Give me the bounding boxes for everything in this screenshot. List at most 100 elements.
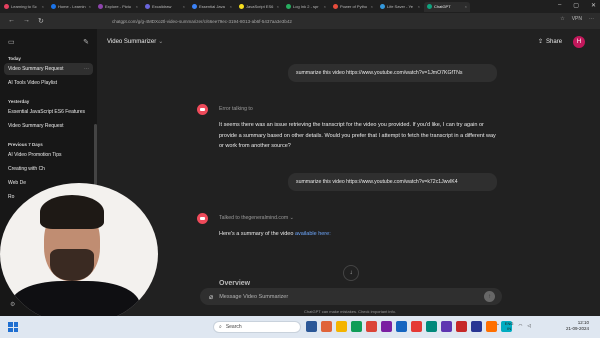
app-icon[interactable] [411, 321, 422, 332]
close-tab-icon[interactable]: × [230, 4, 232, 9]
avatar[interactable]: H [573, 36, 585, 48]
file-explorer-icon[interactable] [336, 321, 347, 332]
chevron-down-icon: ⌄ [289, 215, 295, 221]
gpt-title-menu[interactable]: Video Summarizer ⌄ [107, 38, 163, 46]
sidebar-item-label: Video Summary Request [8, 66, 64, 72]
sidebar-item[interactable]: AI Video Promotion Tips [0, 149, 97, 161]
app-icon[interactable] [426, 321, 437, 332]
close-tab-icon[interactable]: × [418, 4, 420, 9]
star-icon[interactable]: ☆ [560, 16, 564, 22]
sidebar-item[interactable]: Essential JavaScript ES6 Features [0, 106, 97, 118]
browser-tab[interactable]: Power of Pytho × [330, 2, 376, 12]
message-composer: ⌀ ↑ [200, 288, 502, 305]
assistant-message: Here's a summary of the video available … [219, 229, 501, 240]
taskview-icon[interactable] [306, 321, 317, 332]
assistant-tool-meta[interactable]: Talked to thegeneralmind.com ⌄ [219, 215, 294, 221]
chrome-icon[interactable] [366, 321, 377, 332]
webcam-overlay [0, 183, 158, 325]
maximize-icon[interactable]: ▢ [573, 2, 579, 9]
tab-label: Home - Learnin [58, 4, 86, 9]
scroll-down-button[interactable]: ↓ [343, 265, 359, 281]
volume-icon[interactable]: ◁ [527, 323, 530, 329]
taskbar-apps [306, 321, 512, 332]
reload-icon[interactable]: ↻ [38, 17, 44, 25]
browser-tab[interactable]: Essential Java × [189, 2, 235, 12]
browser-tab[interactable]: Learning to Sc × [1, 2, 47, 12]
forward-icon[interactable]: → [23, 17, 30, 25]
app-icon[interactable] [456, 321, 467, 332]
send-button[interactable]: ↑ [484, 291, 495, 302]
url-field[interactable]: chatgpt.com/g/g-4MDXo2tl-video-summarize… [112, 16, 532, 26]
browser-tab[interactable]: Life Saver - Ye × [377, 2, 423, 12]
browser-tab[interactable]: JavaScript ES6 × [236, 2, 282, 12]
browser-tab[interactable]: Home - Learnin × [48, 2, 94, 12]
assistant-avatar-icon [197, 213, 208, 224]
chevron-up-icon[interactable]: ⌃ [496, 323, 500, 329]
app-icon[interactable] [471, 321, 482, 332]
favicon-icon [427, 4, 432, 9]
close-tab-icon[interactable]: × [42, 4, 44, 9]
new-chat-icon[interactable]: ✎ [83, 38, 89, 46]
tab-label: Essential Java [199, 4, 225, 9]
clock[interactable]: 12:10 21-09-2024 [566, 320, 589, 332]
app-icon[interactable] [381, 321, 392, 332]
start-button[interactable] [8, 322, 18, 332]
vpn-badge[interactable]: VPN [572, 16, 582, 22]
close-tab-icon[interactable]: × [277, 4, 279, 9]
close-tab-icon[interactable]: × [465, 4, 467, 9]
window-controls: – ▢ ✕ [558, 2, 596, 9]
tab-label: Log Ink 2 - spr [293, 4, 319, 9]
person-beard [50, 249, 94, 281]
close-tab-icon[interactable]: × [136, 4, 138, 9]
message-input[interactable] [219, 293, 470, 300]
system-tray: ⌃ ENG IN ◠ ◁ [496, 321, 531, 331]
app-icon[interactable] [441, 321, 452, 332]
wifi-icon[interactable]: ◠ [518, 323, 522, 329]
browser-tab[interactable]: ChatGPT × [424, 1, 470, 12]
close-tab-icon[interactable]: × [371, 4, 373, 9]
attach-icon[interactable]: ⌀ [209, 293, 213, 301]
vscode-icon[interactable] [396, 321, 407, 332]
windows-taskbar: ⌕ Search ⌃ ENG IN ◠ ◁ 12:10 21-09-2024 [0, 316, 600, 338]
browser-tab[interactable]: Log Ink 2 - spr × [283, 2, 329, 12]
tab-label: Life Saver - Ye [387, 4, 414, 9]
favicon-icon [380, 4, 385, 9]
store-icon[interactable] [351, 321, 362, 332]
browser-tab-strip: Learning to Sc × Home - Learnin × Explore - … [0, 0, 600, 13]
share-button[interactable]: ⇪ Share [538, 38, 563, 46]
share-label: Share [546, 38, 563, 45]
share-icon: ⇪ [538, 39, 544, 45]
sidebar-item-label: AI Video Promotion Tips [8, 152, 62, 158]
close-window-icon[interactable]: ✕ [591, 2, 596, 9]
sidebar-item[interactable]: Creating with Ch [0, 163, 97, 175]
brave-icon[interactable] [321, 321, 332, 332]
tool-meta-label: Talked to thegeneralmind.com [219, 215, 289, 221]
sidebar-toggle-icon[interactable]: ▭ [8, 38, 15, 46]
favicon-icon [98, 4, 103, 9]
back-icon[interactable]: ← [8, 17, 15, 25]
sidebar-item-label: AI Tools Video Playlist [8, 80, 58, 86]
sidebar-item-label: Web De [8, 180, 26, 186]
browser-tab[interactable]: Excalidraw × [142, 2, 188, 12]
favicon-icon [239, 4, 244, 9]
url-text: chatgpt.com/g/g-4MDXo2tl-video-summarize… [112, 18, 292, 24]
browser-tab[interactable]: Explore - Pictu × [95, 2, 141, 12]
settings-icon[interactable]: ⚙ [10, 301, 15, 308]
assistant-meta: Error talking to [219, 106, 253, 112]
page-title: Video Summarizer [107, 38, 157, 45]
search-icon: ⌕ [219, 324, 222, 330]
language-indicator[interactable]: ENG IN [505, 321, 514, 331]
region-code: IN [507, 326, 512, 331]
close-tab-icon[interactable]: × [183, 4, 185, 9]
sidebar-item[interactable]: Video Summary Request [0, 120, 97, 132]
minimize-icon[interactable]: – [558, 2, 561, 9]
close-tab-icon[interactable]: × [89, 4, 91, 9]
close-tab-icon[interactable]: × [324, 4, 326, 9]
tab-label: Learning to Sc [11, 4, 37, 9]
menu-icon[interactable]: ⋯ [589, 16, 594, 22]
taskbar-search[interactable]: ⌕ Search [213, 321, 301, 333]
source-link[interactable]: available here: [295, 231, 331, 237]
sidebar-item[interactable]: AI Tools Video Playlist [0, 77, 97, 89]
sidebar-item[interactable]: Video Summary Request ⋯ [4, 63, 93, 75]
more-options-icon[interactable]: ⋯ [84, 63, 89, 75]
